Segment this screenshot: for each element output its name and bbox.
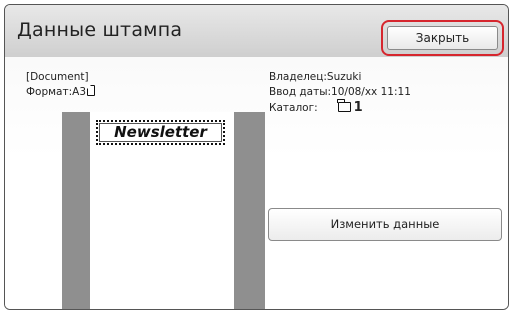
close-button-highlight: Закрыть	[381, 20, 504, 56]
paper-icon	[86, 84, 96, 96]
format-label: Формат:А3	[26, 86, 87, 98]
stamp-preview: Newsletter	[96, 120, 225, 145]
format-row: Формат:А3	[26, 84, 96, 100]
dialog-title: Данные штампа	[17, 19, 183, 41]
catalog-value: 1	[353, 100, 363, 115]
stamp-data-dialog: Данные штампа Закрыть [Document] Формат:…	[4, 4, 509, 310]
owner-label: Владелец:Suzuki	[269, 71, 362, 83]
catalog-label: Каталог:	[269, 102, 318, 114]
document-name: [Document]	[26, 71, 89, 83]
catalog-row: Каталог: 1	[269, 99, 411, 116]
dialog-content: [Document] Формат:А3 Владелец:Suzuki Вво…	[5, 57, 508, 309]
close-button[interactable]: Закрыть	[387, 26, 498, 50]
change-data-button[interactable]: Изменить данные	[268, 208, 502, 241]
date-label: Ввод даты:10/08/xx 11:11	[269, 86, 411, 98]
dialog-header: Данные штампа Закрыть	[5, 5, 508, 58]
folder-icon	[337, 99, 351, 112]
stamp-info: Владелец:Suzuki Ввод даты:10/08/xx 11:11…	[269, 70, 411, 116]
document-info: [Document] Формат:А3	[26, 70, 96, 100]
